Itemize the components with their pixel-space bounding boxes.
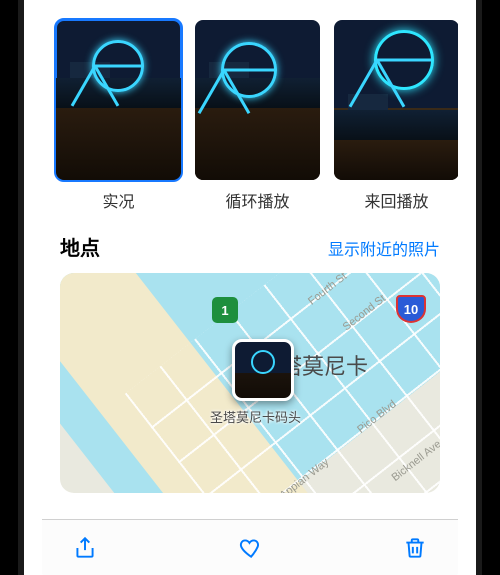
effect-thumbnail — [334, 20, 458, 180]
live-photo-effects-row: 实况 循环播放 来回播放 — [42, 0, 458, 218]
highway-shield-1: 1 — [212, 297, 238, 323]
trash-icon — [402, 535, 428, 561]
places-title: 地点 — [60, 232, 100, 261]
effect-option-loop[interactable]: 循环播放 — [195, 20, 320, 212]
effect-label: 来回播放 — [334, 188, 458, 212]
map-photo-pin[interactable] — [232, 339, 294, 401]
places-section-header: 地点 显示附近的照片 — [42, 218, 458, 269]
favorite-button[interactable] — [235, 533, 265, 563]
bottom-toolbar — [42, 519, 458, 575]
share-icon — [72, 535, 98, 561]
effect-thumbnail — [56, 20, 181, 180]
effect-option-live[interactable]: 实况 — [56, 20, 181, 212]
map-pin-label: 圣塔莫尼卡码头 — [210, 407, 301, 426]
places-map[interactable]: 1 10 Fourth St Second St Appian Way Pico… — [60, 273, 440, 493]
effect-thumbnail — [195, 20, 320, 180]
share-button[interactable] — [70, 533, 100, 563]
effect-label: 实况 — [56, 188, 181, 212]
device-frame: 实况 循环播放 来回播放 — [0, 0, 500, 575]
delete-button[interactable] — [400, 533, 430, 563]
screen: 实况 循环播放 来回播放 — [42, 0, 458, 575]
highway-shield-10: 10 — [396, 295, 426, 323]
effect-option-bounce[interactable]: 来回播放 — [334, 20, 458, 212]
show-nearby-photos-link[interactable]: 显示附近的照片 — [328, 236, 440, 260]
heart-icon — [237, 535, 263, 561]
effect-label: 循环播放 — [195, 188, 320, 212]
